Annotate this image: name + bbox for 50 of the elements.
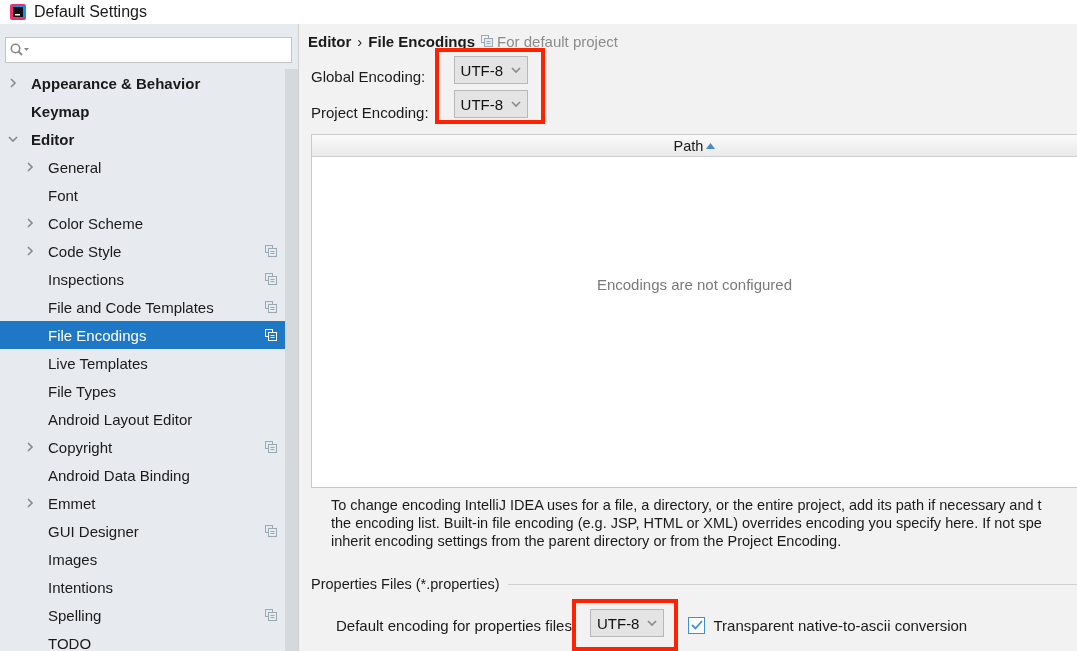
encoding-dropdown[interactable]: UTF-8 <box>453 90 529 118</box>
copy-icon <box>265 609 277 621</box>
tree-item[interactable]: Inspections <box>0 265 285 293</box>
copy-icon <box>265 273 277 285</box>
tree-item[interactable]: Color Scheme <box>0 209 285 237</box>
section-title: Properties Files (*.properties) <box>311 576 500 592</box>
tree-item[interactable]: Live Templates <box>0 349 285 377</box>
tree-item[interactable]: Font <box>0 181 285 209</box>
encoding-dropdown[interactable]: UTF-8 <box>453 56 529 84</box>
column-header[interactable]: Path <box>312 135 1077 157</box>
copy-icon <box>265 441 277 453</box>
checkbox[interactable] <box>688 616 706 634</box>
app-logo-icon <box>10 4 26 20</box>
tree-item[interactable]: Spelling <box>0 601 285 629</box>
encoding-dropdown[interactable]: UTF-8 <box>589 609 665 637</box>
tree-item[interactable]: Appearance & Behavior <box>0 69 285 97</box>
tree-item[interactable]: Copyright <box>0 433 285 461</box>
copy-icon <box>265 245 277 257</box>
breadcrumb-parent: Editor <box>308 32 352 50</box>
scrollbar[interactable] <box>285 69 298 651</box>
tree-item[interactable]: File Encodings <box>0 321 285 349</box>
copy-icon <box>481 35 494 47</box>
tree-item[interactable]: Emmet <box>0 489 285 517</box>
copy-icon <box>265 525 277 537</box>
tree-item[interactable]: TODO <box>0 629 285 651</box>
tree-item[interactable]: GUI Designer <box>0 517 285 545</box>
tree-item[interactable]: Android Data Binding <box>0 461 285 489</box>
tree-item[interactable]: Intentions <box>0 573 285 601</box>
empty-message: Encodings are not configured <box>596 276 793 293</box>
window-title: Default Settings <box>34 3 147 21</box>
scope-label: For default project <box>497 32 618 50</box>
field-label: Project Encoding: <box>311 102 429 123</box>
help-text: To change encoding IntelliJ IDEA uses for a file, a directory, or the entire project, add its path if necessary and t the encoding list. Built-in file encoding (e.g. JSP, HTML or XML) overrides encoding you specify here. If not spe inherit encoding settings from the parent directory or from the Project Encoding. <box>331 496 1043 550</box>
tree-item[interactable]: Editor <box>0 125 285 153</box>
tree-item[interactable]: Android Layout Editor <box>0 405 285 433</box>
tree-item[interactable]: Images <box>0 545 285 573</box>
field-label: Global Encoding: <box>311 66 427 87</box>
search-field[interactable] <box>5 37 292 63</box>
tree-item[interactable]: Code Style <box>0 237 285 265</box>
tree-item[interactable]: Keymap <box>0 97 285 125</box>
tree-item[interactable]: File and Code Templates <box>0 293 285 321</box>
checkbox-label: Transparent native-to-ascii conversion <box>713 616 968 634</box>
field-label: Default encoding for properties files <box>336 616 572 634</box>
copy-icon <box>265 329 277 341</box>
breadcrumb-current: File Encodings <box>368 32 476 50</box>
search-icon <box>10 43 30 57</box>
tree-item[interactable]: File Types <box>0 377 285 405</box>
tree-item[interactable]: General <box>0 153 285 181</box>
copy-icon <box>265 301 277 313</box>
breadcrumb-separator: › <box>357 32 363 50</box>
